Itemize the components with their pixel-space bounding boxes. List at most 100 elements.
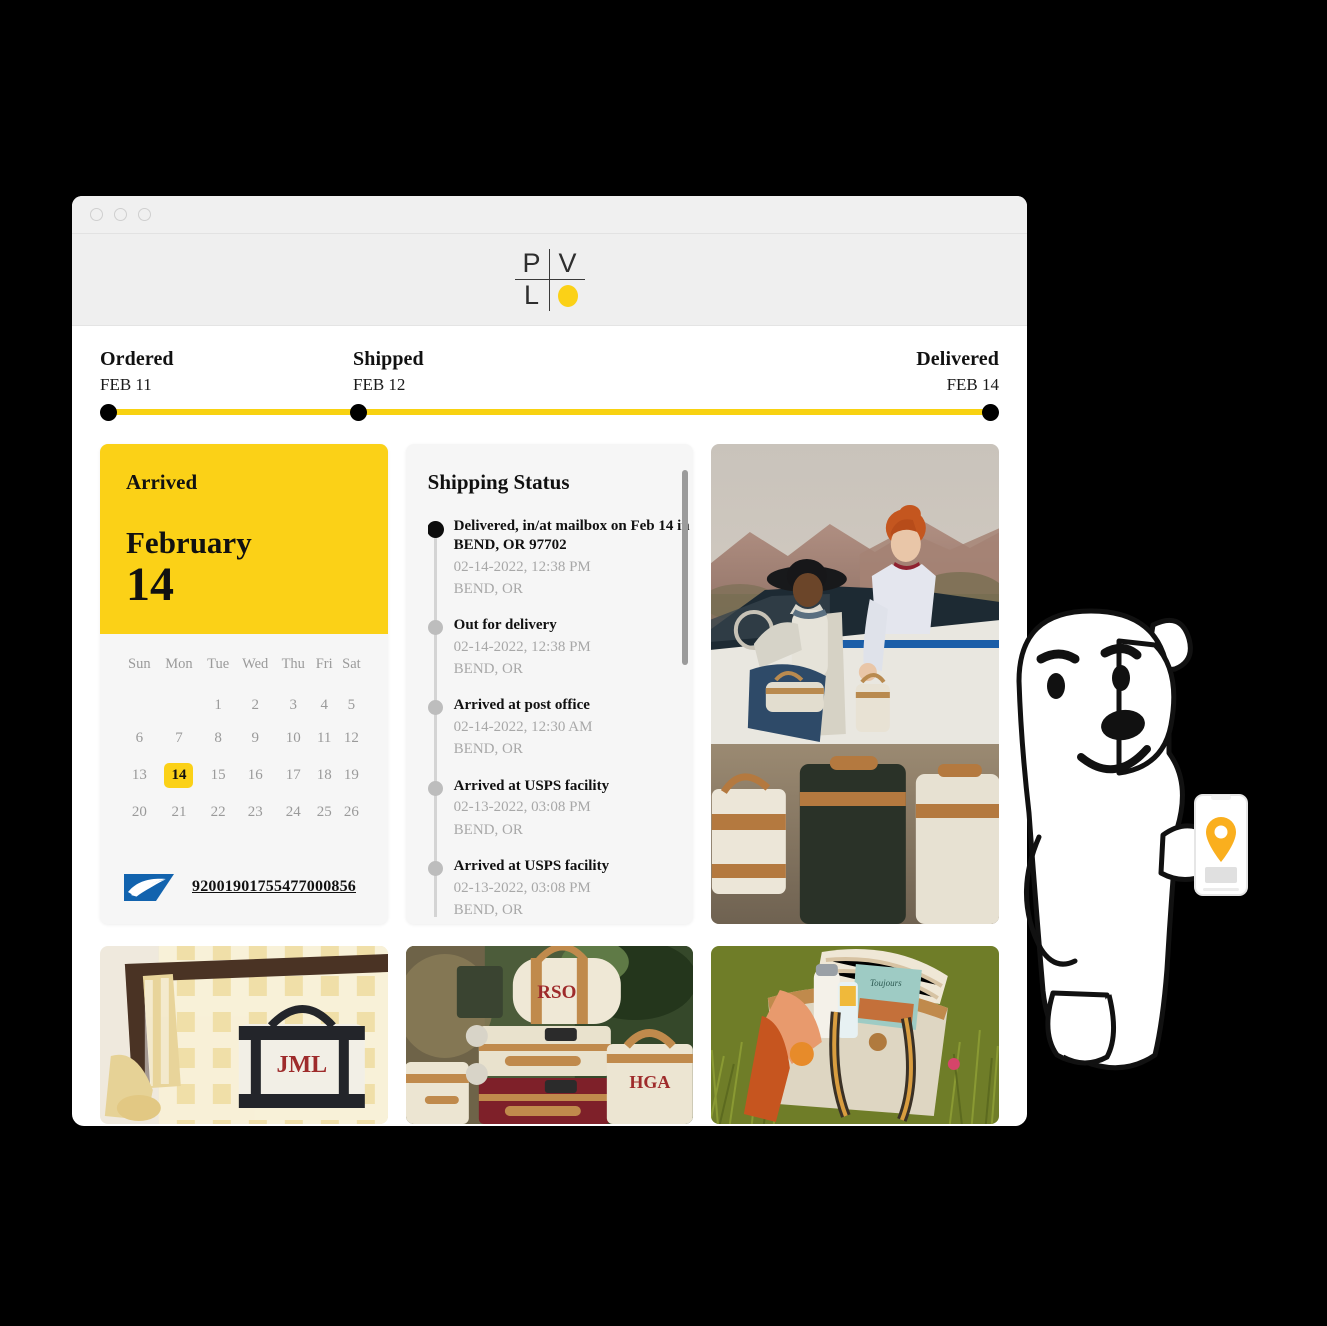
timeline-event[interactable]: Out for delivery 02-14-2022, 12:38 PM BE… bbox=[427, 616, 694, 679]
timeline-event-label: Out for delivery bbox=[453, 617, 557, 633]
calendar-table: Sun Mon Tue Wed Thu Fri Sat 1 2 3 4 5 6 … bbox=[122, 656, 366, 829]
pvl-logo[interactable]: P V L bbox=[514, 248, 585, 311]
timeline-event-timestamp: 02-14-2022, 12:38 PM bbox=[453, 558, 591, 575]
calendar-day-cell[interactable]: 17 bbox=[275, 755, 311, 796]
progress-dot-ordered[interactable] bbox=[100, 404, 117, 421]
timeline-bullet-icon bbox=[427, 780, 443, 796]
arrived-month: February bbox=[126, 525, 252, 560]
timeline-event-location: BEND, OR bbox=[453, 821, 523, 838]
browser-titlebar bbox=[72, 196, 1027, 234]
progress-dot-delivered[interactable] bbox=[982, 404, 999, 421]
timeline-event-location: BEND, OR bbox=[453, 661, 523, 677]
timeline-event-timestamp: 02-14-2022, 12:38 PM bbox=[453, 638, 591, 655]
hero-photo-image bbox=[711, 444, 1000, 924]
calendar-day-cell[interactable]: 21 bbox=[157, 796, 202, 829]
calendar-day-cell[interactable]: 5 bbox=[337, 689, 365, 722]
weekday-sun: Sun bbox=[128, 656, 151, 672]
thumbnail-stacked-luggage-image: RSO HGA bbox=[405, 946, 694, 1124]
logo-letter-l: L bbox=[523, 280, 540, 310]
order-progress-tracker: Ordered FEB 11 Shipped FEB 12 Delivered … bbox=[72, 326, 1027, 422]
calendar-day-cell[interactable]: 20 bbox=[122, 796, 157, 829]
calendar-day-cell[interactable]: 19 bbox=[337, 755, 365, 796]
logo-letter-p: P bbox=[522, 248, 541, 278]
calendar-day-cell[interactable]: 18 bbox=[311, 755, 337, 796]
calendar-day-cell[interactable]: 10 bbox=[275, 722, 311, 755]
product-thumbnails-row: JML RSO HGA Toujours bbox=[72, 924, 1027, 1126]
thumbnail-jml-bag[interactable]: JML bbox=[100, 946, 388, 1124]
step-delivered-date: FEB 14 bbox=[946, 375, 999, 394]
calendar-day-cell[interactable]: 8 bbox=[201, 722, 235, 755]
weekday-tue: Tue bbox=[207, 656, 230, 672]
progress-step-shipped: Shipped FEB 12 bbox=[353, 348, 424, 395]
svg-text:Toujours: Toujours bbox=[870, 978, 902, 988]
calendar-day-cell[interactable]: 16 bbox=[235, 755, 275, 796]
timeline-event[interactable]: Arrived at post office 02-14-2022, 12:30… bbox=[427, 696, 694, 759]
calendar-day-cell[interactable]: 6 bbox=[122, 722, 157, 755]
thumbnail-tote-in-grass[interactable]: Toujours bbox=[711, 946, 1000, 1124]
calendar-day-cell[interactable]: 1 bbox=[201, 689, 235, 722]
calendar-day-cell[interactable]: 9 bbox=[235, 722, 275, 755]
status-scrollbar-thumb[interactable] bbox=[682, 470, 689, 665]
brand-header: P V L bbox=[72, 234, 1027, 326]
calendar-week-row: 6 7 8 9 10 11 12 bbox=[122, 722, 366, 755]
screenshot-stage: P V L Ordered FEB 11 Shipped FEB 12 Deli… bbox=[0, 0, 1327, 1326]
today-highlight: 14 bbox=[164, 763, 194, 788]
close-icon[interactable] bbox=[90, 208, 103, 221]
timeline-event-location: BEND, OR bbox=[453, 901, 523, 917]
svg-text:HGA: HGA bbox=[629, 1072, 670, 1092]
thumbnail-jml-bag-image: JML bbox=[100, 946, 388, 1124]
calendar-week-row: 1 2 3 4 5 bbox=[122, 689, 366, 722]
calendar-day-cell[interactable]: 11 bbox=[311, 722, 337, 755]
progress-labels: Ordered FEB 11 Shipped FEB 12 Delivered … bbox=[100, 348, 999, 400]
weekday-wed: Wed bbox=[242, 656, 269, 672]
calendar-day-cell[interactable]: 22 bbox=[201, 796, 235, 829]
tracking-number-link[interactable]: 92001901755477000856 bbox=[192, 878, 356, 896]
timeline-bullet-icon bbox=[427, 521, 444, 538]
calendar-weekday-header: Sun Mon Tue Wed Thu Fri Sat bbox=[122, 656, 366, 689]
progress-dot-shipped[interactable] bbox=[350, 404, 367, 421]
polar-bear-illustration bbox=[1016, 608, 1248, 1071]
calendar-day-cell[interactable]: 15 bbox=[201, 755, 235, 796]
calendar-day-cell[interactable]: 23 bbox=[235, 796, 275, 829]
browser-window: P V L Ordered FEB 11 Shipped FEB 12 Deli… bbox=[72, 196, 1027, 1126]
bear-eyebrow-left bbox=[1036, 649, 1080, 664]
progress-bar-fill bbox=[108, 409, 991, 415]
delivery-date-header: Arrived February 14 bbox=[100, 444, 388, 634]
calendar-day-cell[interactable]: 12 bbox=[337, 722, 365, 755]
hero-photo[interactable] bbox=[711, 444, 1000, 924]
calendar-grid: Sun Mon Tue Wed Thu Fri Sat 1 2 3 4 5 6 … bbox=[100, 634, 388, 856]
timeline-event[interactable]: Delivered, in/at mailbox on Feb 14 in BE… bbox=[427, 517, 694, 599]
calendar-day-cell[interactable] bbox=[157, 689, 202, 722]
step-shipped-title: Shipped bbox=[353, 348, 424, 370]
calendar-day-cell[interactable]: 2 bbox=[235, 689, 275, 722]
logo-accent-dot bbox=[551, 281, 585, 311]
weekday-fri: Fri bbox=[315, 656, 333, 672]
maximize-icon[interactable] bbox=[138, 208, 151, 221]
thumbnail-stacked-luggage[interactable]: RSO HGA bbox=[405, 946, 694, 1124]
calendar-day-cell-today[interactable]: 14 bbox=[157, 755, 202, 796]
calendar-day-cell[interactable]: 25 bbox=[311, 796, 337, 829]
weekday-thu: Thu bbox=[281, 656, 305, 672]
phone-notch bbox=[1211, 795, 1231, 800]
calendar-day-cell[interactable] bbox=[122, 689, 157, 722]
timeline-bullet-icon bbox=[427, 700, 443, 716]
timeline-bullet-icon bbox=[427, 620, 443, 635]
phone-placeholder-block bbox=[1205, 867, 1237, 883]
polar-bear-mascot bbox=[1005, 585, 1295, 1085]
arrived-label: Arrived bbox=[126, 470, 198, 494]
calendar-day-cell[interactable]: 13 bbox=[122, 755, 157, 796]
calendar-day-cell[interactable]: 24 bbox=[275, 796, 311, 829]
calendar-day-cell[interactable]: 4 bbox=[311, 689, 337, 722]
timeline-event[interactable]: Arrived at USPS facility 02-13-2022, 03:… bbox=[427, 857, 694, 917]
minimize-icon[interactable] bbox=[114, 208, 127, 221]
calendar-day-cell[interactable]: 3 bbox=[275, 689, 311, 722]
bear-eye-right bbox=[1112, 665, 1130, 691]
phone-placeholder-line bbox=[1203, 888, 1239, 891]
bear-eye-left bbox=[1047, 673, 1065, 699]
thumbnail-tote-in-grass-image: Toujours bbox=[711, 946, 1000, 1124]
calendar-day-cell[interactable]: 7 bbox=[157, 722, 202, 755]
shipping-status-timeline: Delivered, in/at mailbox on Feb 14 in BE… bbox=[427, 517, 694, 917]
calendar-day-cell[interactable]: 26 bbox=[337, 796, 365, 829]
timeline-event[interactable]: Arrived at USPS facility 02-13-2022, 03:… bbox=[427, 777, 694, 840]
carrier-tracking-row: 92001901755477000856 bbox=[100, 856, 388, 924]
